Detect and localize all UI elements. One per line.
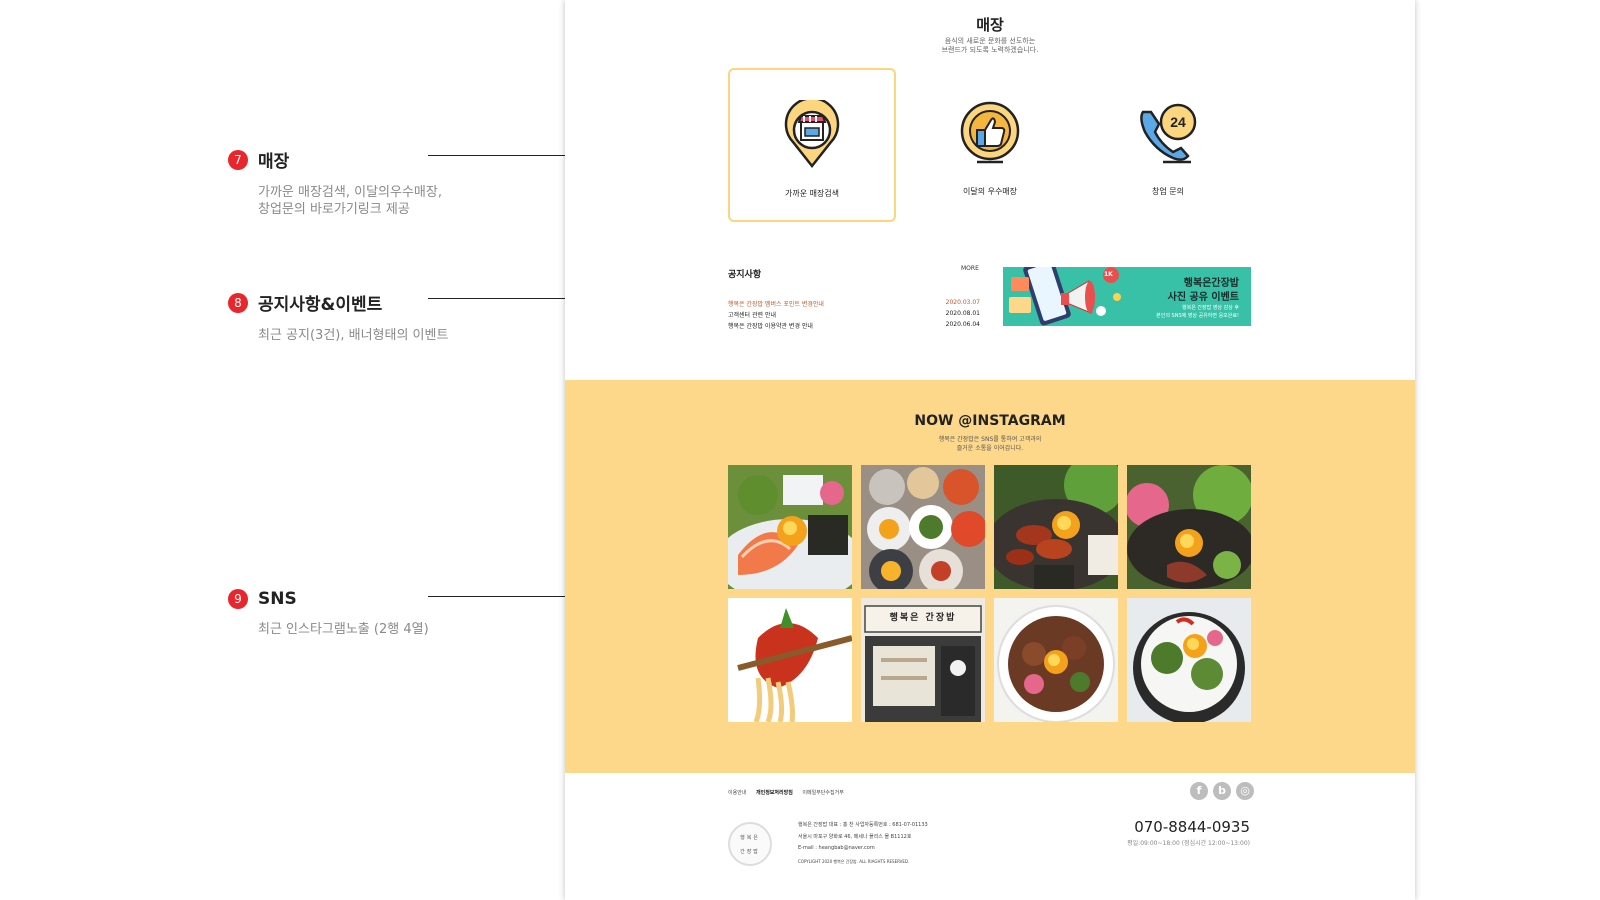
annotation-desc: 최근 인스타그램노출 (2행 4열) — [258, 621, 429, 637]
footer-phone: 070-8844-0935 — [1134, 818, 1250, 836]
annotation-store: 7 매장 가까운 매장검색, 이달의우수매장, 창업문의 바로가기링크 제공 — [228, 147, 442, 218]
instagram-photo[interactable] — [728, 465, 852, 589]
phone-24-icon: 24 — [1140, 103, 1197, 164]
footer-info-line: 행복은 간장밥 대표 : 홍 찬 사업자등록번호 : 681-07-01133 — [798, 822, 928, 828]
store-search-card[interactable]: 가까운 매장검색 — [728, 68, 896, 222]
store-section-title: 매장 — [976, 16, 1004, 34]
instagram-photo[interactable] — [728, 598, 852, 722]
instagram-photo[interactable] — [994, 598, 1118, 722]
card-label: 가까운 매장검색 — [784, 189, 840, 198]
instagram-photo[interactable]: 행복은 간장밥 — [861, 598, 985, 722]
notice-more-link[interactable]: MORE — [961, 265, 979, 272]
notice-text: 행복은 간장밥 멤버스 포인트 변경안내 — [728, 301, 824, 308]
instagram-photo[interactable] — [1127, 465, 1251, 589]
notice-text: 고객센터 관련 안내 — [728, 312, 776, 319]
notice-row[interactable]: 행복은 간장밥 멤버스 포인트 변경안내 2020.03.07 — [728, 299, 980, 309]
logo-text-top: 행복은 — [740, 835, 760, 841]
svg-text:24: 24 — [1170, 114, 1186, 130]
annotation-title: 매장 — [258, 152, 290, 172]
card-label: 이달의 우수매장 — [962, 187, 1018, 196]
banner-line3: 행복은 간장밥 영상 감상 후 본인의 SNS에 영상 공유하면 응모완료! — [1156, 305, 1239, 319]
notice-date: 2020.06.04 — [945, 321, 980, 328]
thumbs-up-icon — [960, 101, 1020, 164]
annotation-title: SNS — [258, 588, 297, 609]
annotation-title: 공지사항&이벤트 — [258, 295, 383, 315]
annotation-sns: 9 SNS 최근 인스타그램노출 (2행 4열) — [228, 588, 429, 638]
footer-hours: 평일:09:00~18:00 (점심시간 12:00~13:00) — [1127, 840, 1250, 847]
footer-link-guide[interactable]: 이용안내 — [728, 790, 746, 796]
footer-links: 이용안내 개인정보처리방침 이메일무단수집거부 — [728, 789, 852, 796]
shop-sign: 행복은 간장밥 — [889, 613, 957, 623]
franchise-inquiry-card[interactable]: 24 창업 문의 — [1084, 68, 1252, 222]
notice-date: 2020.08.01 — [945, 310, 980, 317]
banner-line2: 사진 공유 이벤트 — [1167, 292, 1239, 303]
annotation-desc: 최근 공지(3건), 배너형태의 이벤트 — [258, 328, 449, 343]
store-section-subtitle: 음식의 새로운 문화를 선도하는 브랜드가 되도록 노력하겠습니다. — [941, 37, 1039, 54]
instagram-photo[interactable] — [1127, 598, 1251, 722]
megaphone-illustration — [1009, 267, 1121, 326]
facebook-icon[interactable]: f — [1190, 782, 1208, 800]
instagram-title: NOW @INSTAGRAM — [914, 413, 1066, 429]
banner-line1: 행복은간장밥 — [1183, 278, 1239, 289]
blog-icon[interactable]: b — [1213, 782, 1231, 800]
footer-info-line: 서울시 마포구 양화로 46, 메세나 폴리스 몰 B1112호 — [798, 834, 912, 840]
annotation-number: 9 — [228, 588, 248, 609]
annotation-notice: 8 공지사항&이벤트 최근 공지(3건), 배너형태의 이벤트 — [228, 290, 448, 344]
instagram-section: NOW @INSTAGRAM 행복은 간장밥은 SNS를 통하여 고객과의 즐거… — [565, 380, 1415, 773]
notice-title: 공지사항 — [728, 270, 762, 280]
card-label: 창업 문의 — [1152, 187, 1184, 196]
store-pin-icon — [784, 100, 840, 169]
footer-copyright: COPYLIGHT 2020 행복은 간장밥. ALL RIAGHTS RESE… — [798, 859, 910, 864]
annotation-desc: 가까운 매장검색, 이달의우수매장, 창업문의 바로가기링크 제공 — [258, 185, 442, 217]
notice-text: 행복은 간장밥 이용약관 변경 안내 — [728, 323, 813, 330]
annotation-number: 8 — [228, 292, 248, 313]
notice-row[interactable]: 고객센터 관련 안내 2020.08.01 — [728, 310, 980, 320]
best-store-card[interactable]: 이달의 우수매장 — [906, 68, 1074, 222]
presentation-canvas: 7 매장 가까운 매장검색, 이달의우수매장, 창업문의 바로가기링크 제공 8공… — [0, 0, 1600, 900]
page-mockup: 매장 음식의 새로운 문화를 선도하는 브랜드가 되도록 노력하겠습니다. 가까… — [565, 0, 1415, 900]
event-banner[interactable]: 1K 행복은간장밥 사진 공유 이벤트 행복은 간장밥 영상 감상 후 본인의 … — [1003, 267, 1251, 326]
footer-link-email-policy[interactable]: 이메일무단수집거부 — [802, 790, 843, 796]
banner-badge: 1K — [1104, 271, 1113, 278]
notice-date: 2020.03.07 — [945, 299, 980, 306]
footer-info-line: E-mail : heangbab@naver.com — [798, 845, 875, 851]
instagram-photo[interactable] — [994, 465, 1118, 589]
instagram-photo[interactable] — [861, 465, 985, 589]
instagram-icon[interactable]: ◎ — [1236, 782, 1254, 800]
annotation-number: 7 — [228, 149, 248, 170]
footer-link-privacy[interactable]: 개인정보처리방침 — [756, 790, 793, 796]
notice-row[interactable]: 행복은 간장밥 이용약관 변경 안내 2020.06.04 — [728, 321, 980, 331]
instagram-subtitle: 행복은 간장밥은 SNS를 통하여 고객과의 즐거운 소통을 이어갑니다. — [938, 436, 1042, 452]
footer-logo: 행복은 간장밥 — [728, 822, 772, 866]
logo-text-bottom: 간장밥 — [740, 849, 760, 855]
